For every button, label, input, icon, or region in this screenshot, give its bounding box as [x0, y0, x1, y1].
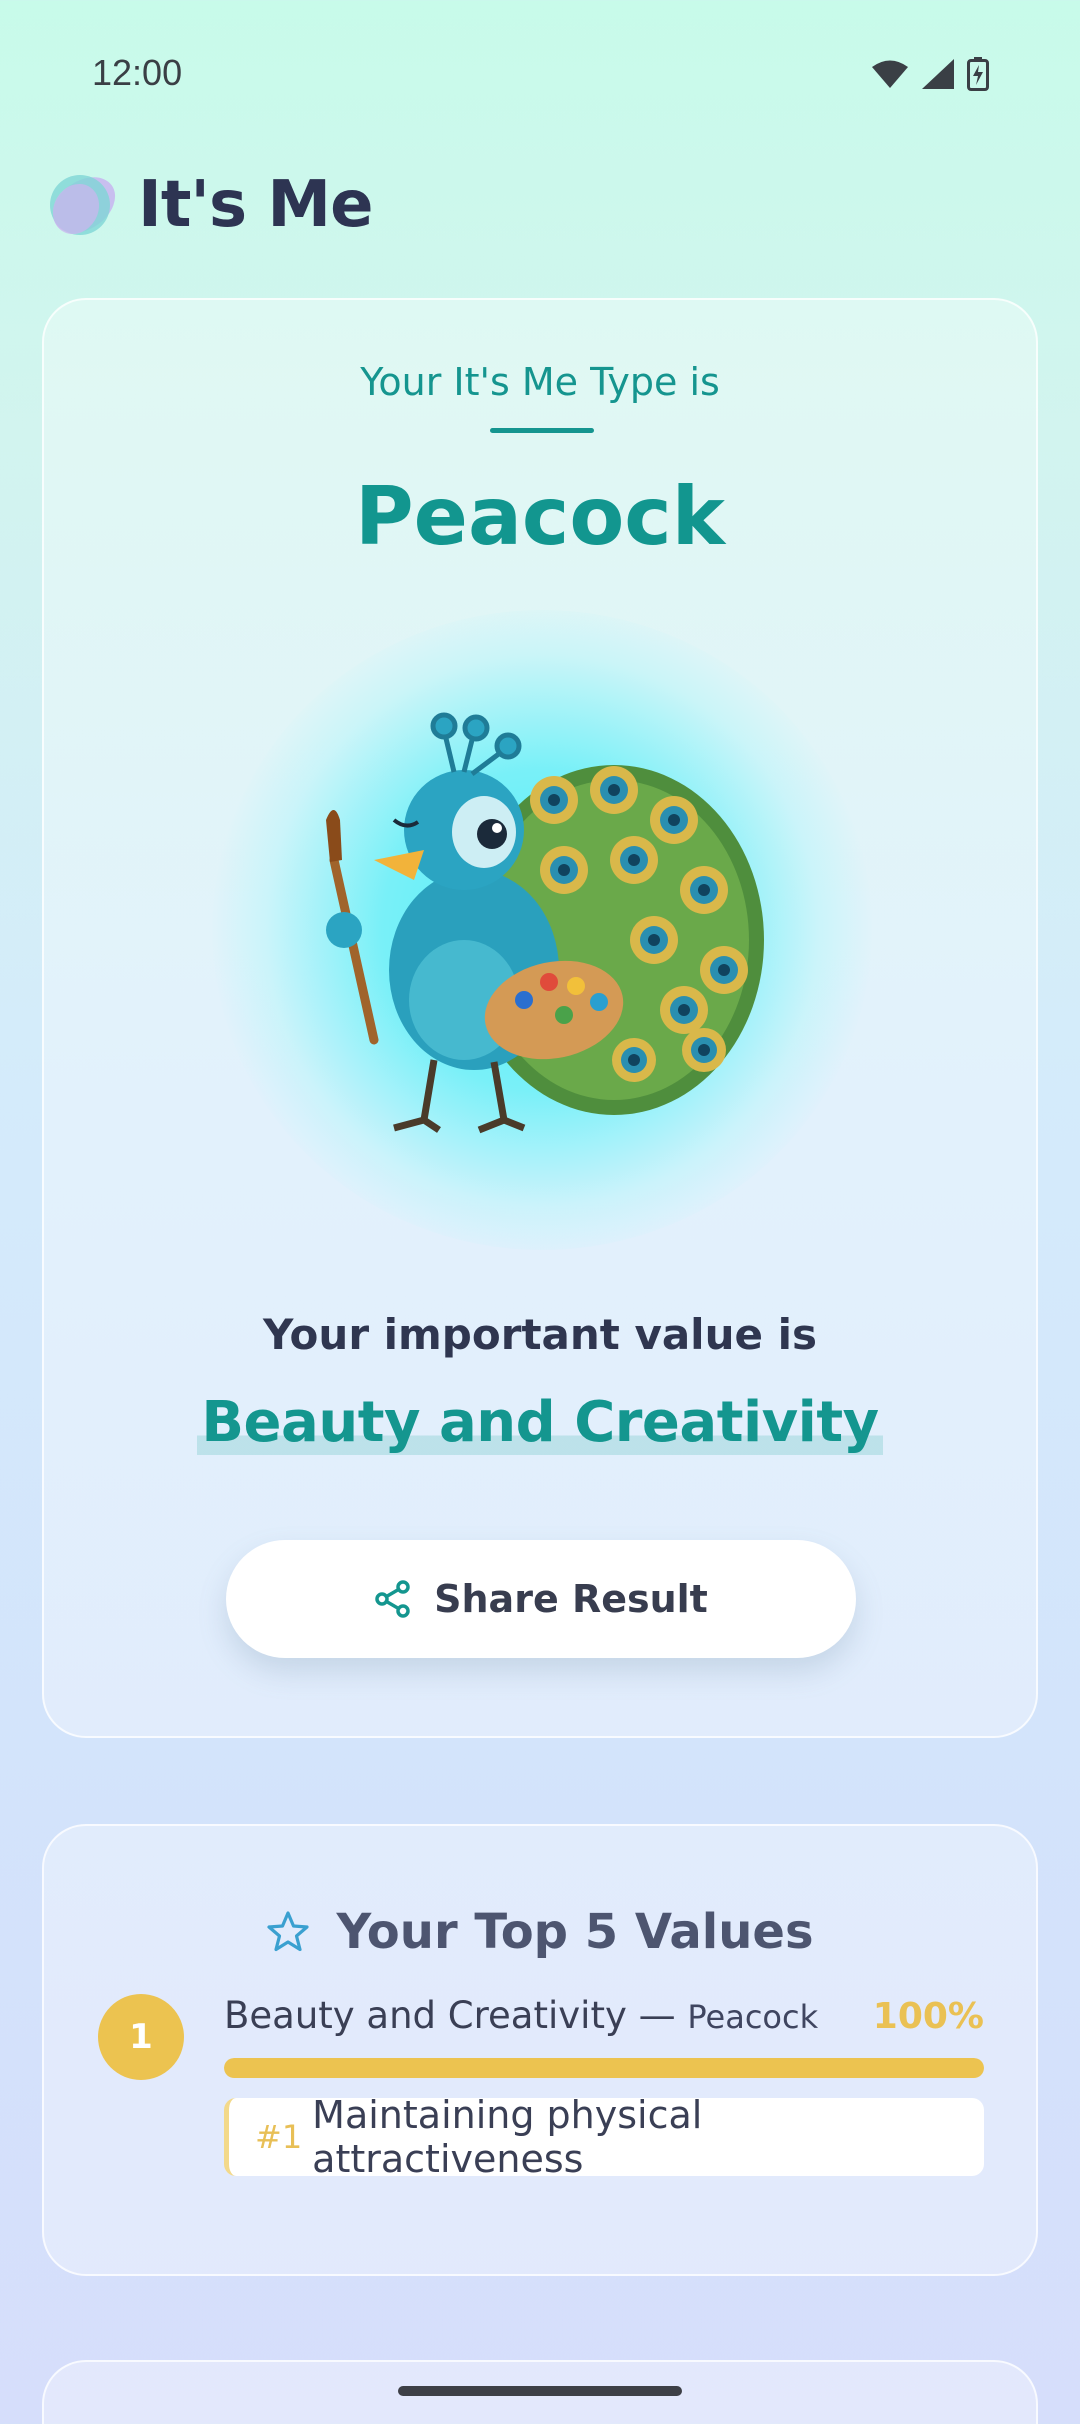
app-logo-icon [50, 175, 116, 235]
cellular-signal-icon [922, 59, 954, 89]
important-value-wrap: Beauty and Creativity [44, 1390, 1036, 1455]
battery-icon [967, 57, 989, 91]
status-bar: 12:00 [0, 0, 1080, 150]
wifi-icon [872, 60, 908, 88]
top-values-card: Your Top 5 Values 1 Beauty and Creativit… [42, 1824, 1038, 2276]
top-values-header: Your Top 5 Values [44, 1904, 1036, 1960]
type-label: Your It's Me Type is [360, 360, 720, 404]
star-icon [267, 1911, 310, 1952]
home-indicator[interactable] [398, 2386, 682, 2396]
value-detail-number: #1 [255, 2118, 303, 2156]
value-progress-bar [224, 2058, 984, 2078]
top-values-title: Your Top 5 Values [336, 1904, 814, 1960]
share-result-button[interactable]: Share Result [226, 1540, 856, 1658]
app-title: It's Me [138, 168, 373, 242]
value-row-animal: Peacock [687, 1998, 819, 2036]
value-row-name: Beauty and Creativity — [224, 1994, 676, 2037]
important-value-name: Beauty and Creativity [197, 1390, 883, 1455]
value-detail-text: Maintaining physical attractiveness [312, 2093, 703, 2181]
status-icons [870, 56, 990, 92]
important-value-label: Your important value is [263, 1310, 817, 1359]
type-name: Peacock [355, 470, 725, 563]
share-result-label: Share Result [434, 1577, 708, 1621]
share-icon [375, 1580, 410, 1618]
value-progress-fill [224, 2058, 984, 2078]
value-detail-item: #1 Maintaining physical attractiveness [224, 2093, 984, 2181]
type-underline-divider [490, 428, 594, 433]
value-row-title: Beauty and Creativity — Peacock [224, 1994, 818, 2037]
status-time: 12:00 [92, 52, 183, 93]
result-card: Your It's Me Type is Peacock Your import… [42, 298, 1038, 1738]
value-row-percent: 100% [872, 1996, 984, 2037]
peacock-illustration-icon [326, 712, 764, 1134]
rank-badge: 1 [98, 1994, 184, 2080]
app-header: It's Me [40, 165, 373, 245]
